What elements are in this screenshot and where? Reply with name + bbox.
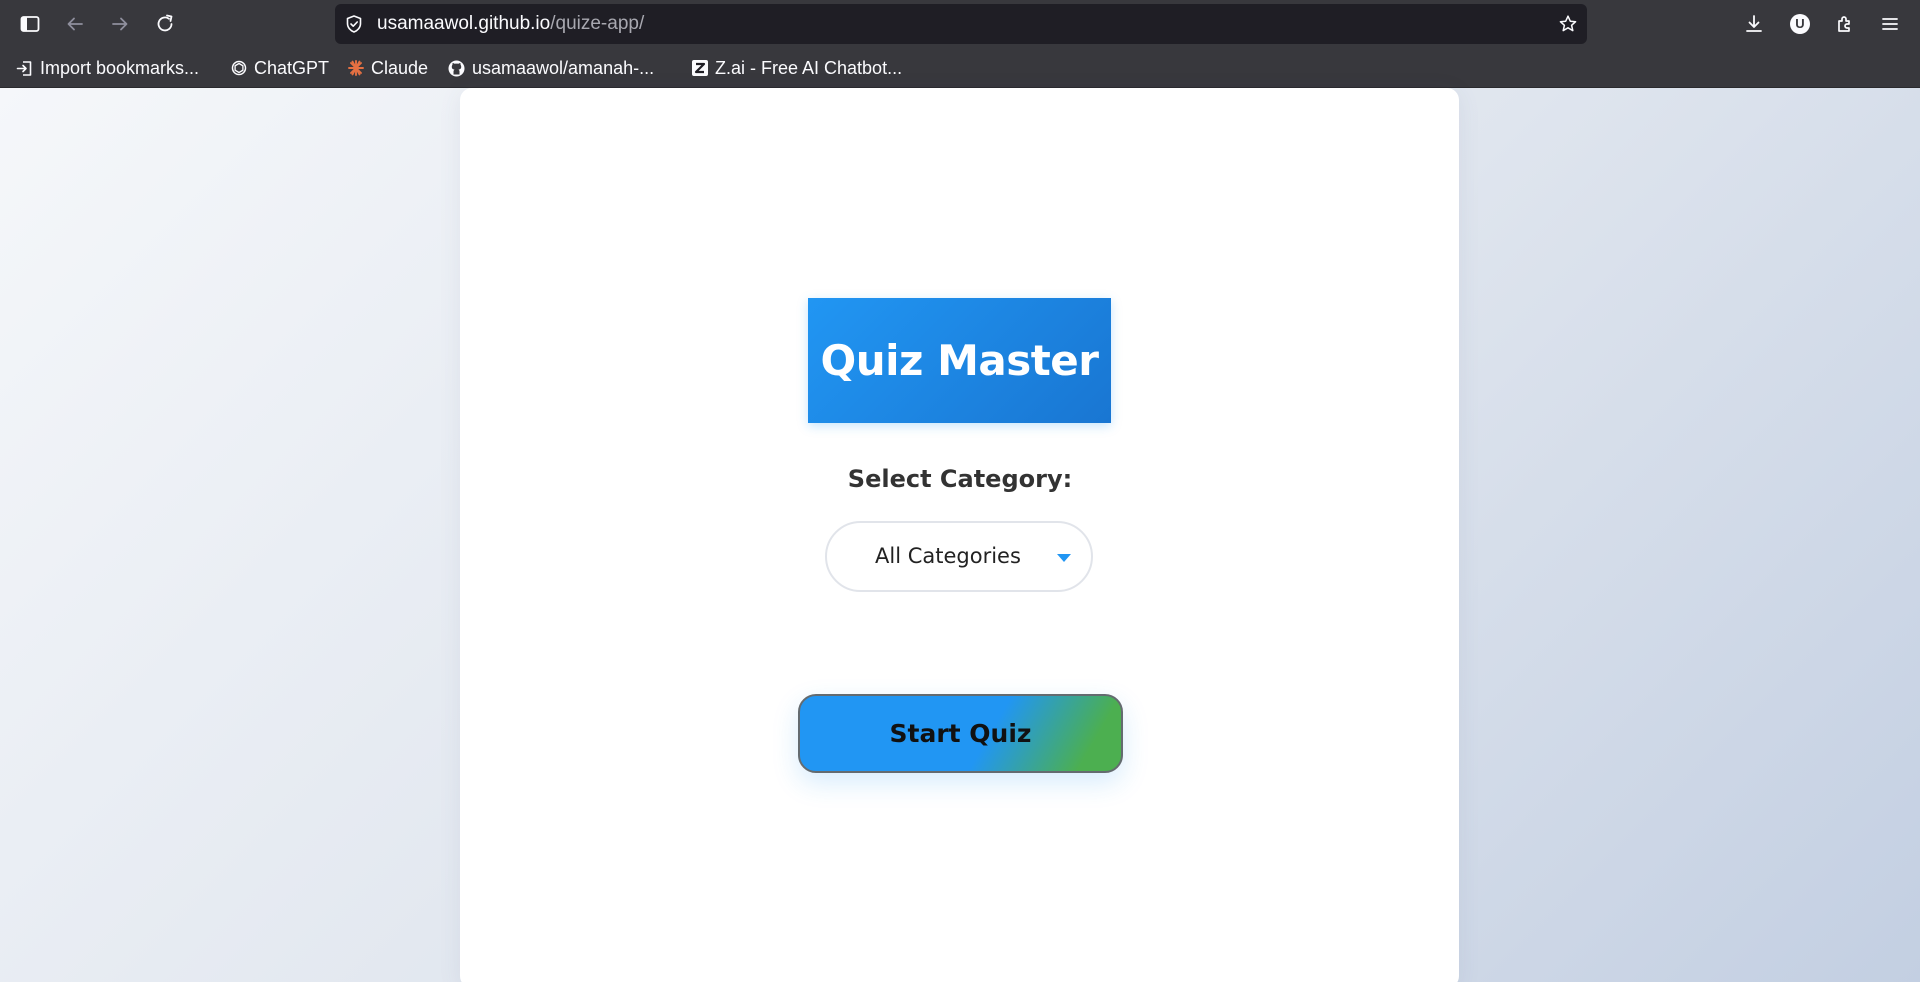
chatgpt-icon (231, 60, 247, 76)
bookmark-zai[interactable]: Z.ai - Free AI Chatbot... (691, 49, 902, 87)
category-select-value: All Categories (875, 544, 1021, 568)
bookmark-label: Z.ai - Free AI Chatbot... (715, 57, 903, 78)
back-icon (67, 17, 83, 31)
browser-toolbar: usamaawol.github.io/quize-app/ U (0, 0, 1920, 49)
quiz-title: Quiz Master (808, 298, 1111, 423)
forward-icon (112, 17, 128, 31)
bookmark-chatgpt[interactable]: ChatGPT (230, 49, 329, 87)
menu-icon (1882, 18, 1898, 30)
downloads-button[interactable] (1737, 7, 1771, 41)
account-button[interactable]: U (1783, 7, 1817, 41)
caret-down-icon (1057, 554, 1071, 562)
url-path: /quize-app/ (550, 13, 645, 34)
forward-button[interactable] (103, 7, 137, 41)
sidebar-icon (20, 16, 40, 32)
url-text[interactable]: usamaawol.github.io/quize-app/ (377, 4, 644, 44)
bookmark-label: Import bookmarks... (40, 57, 200, 78)
start-quiz-button[interactable]: Start Quiz (798, 694, 1123, 773)
extensions-button[interactable] (1828, 7, 1862, 41)
back-button[interactable] (58, 7, 92, 41)
bookmark-label: usamaawol/amanah-... (472, 57, 655, 78)
account-avatar-letter: U (1795, 16, 1805, 31)
bookmark-github[interactable]: usamaawol/amanah-... (447, 49, 654, 87)
shield-icon (346, 15, 362, 33)
import-icon (16, 60, 32, 76)
claude-icon (348, 60, 364, 76)
zai-icon (692, 60, 708, 76)
bookmark-label: Claude (371, 57, 429, 78)
bookmarks-toolbar: Import bookmarks... ChatGPT Claude usama… (0, 49, 1920, 88)
category-label: Select Category: (847, 465, 1073, 493)
app-menu-button[interactable] (1873, 7, 1907, 41)
download-icon (1746, 15, 1762, 32)
bookmark-import[interactable]: Import bookmarks... (15, 49, 199, 87)
reload-icon (157, 14, 173, 32)
bookmark-label: ChatGPT (254, 57, 330, 78)
category-select[interactable]: All Categories (825, 521, 1093, 592)
address-bar[interactable]: usamaawol.github.io/quize-app/ (335, 4, 1587, 44)
url-domain: usamaawol.github.io (377, 13, 551, 34)
bookmark-claude[interactable]: Claude (347, 49, 428, 87)
sidebar-toggle-button[interactable] (13, 7, 47, 41)
github-icon (448, 60, 465, 76)
extensions-icon (1838, 16, 1850, 32)
star-icon[interactable] (1558, 14, 1578, 34)
reload-button[interactable] (148, 7, 182, 41)
